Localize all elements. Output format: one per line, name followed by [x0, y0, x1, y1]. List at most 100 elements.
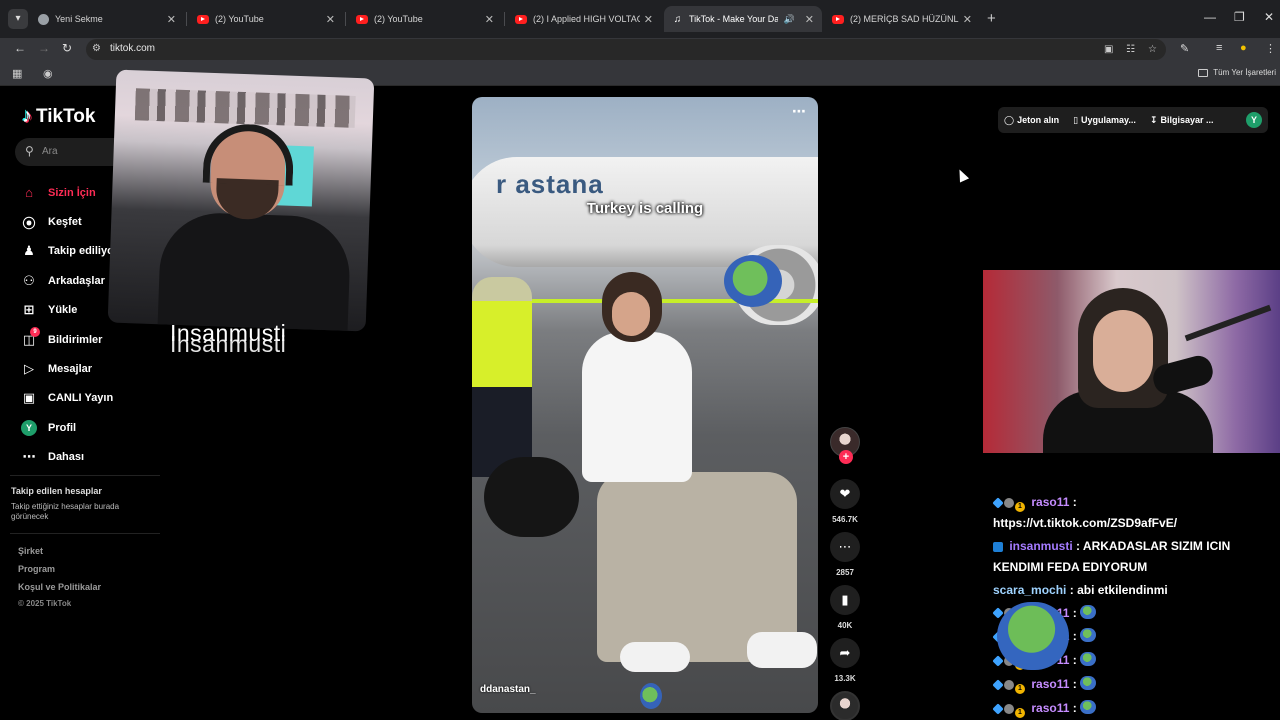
pepe-emote-overlay-large [997, 602, 1069, 670]
close-icon[interactable]: ✕ [805, 13, 814, 26]
follow-plus-icon[interactable]: + [839, 450, 853, 464]
all-bookmarks[interactable]: Tüm Yer İşaretleri [1198, 68, 1276, 77]
tab-new-tab[interactable]: Yeni Sekme ✕ [30, 6, 184, 32]
close-icon[interactable]: ✕ [326, 13, 335, 26]
followed-accounts-title: Takip edilen hesaplar [11, 486, 102, 496]
new-tab-button[interactable]: + [987, 10, 996, 27]
friends-icon: ⚇ [23, 272, 35, 288]
tab-search-icon[interactable]: ▾ [8, 9, 28, 29]
chat-username[interactable]: raso11 [1031, 701, 1069, 715]
share-icon: ➦ [839, 645, 851, 660]
youtube-icon [832, 14, 844, 24]
chat-username[interactable]: raso11 [1031, 677, 1069, 691]
globe-icon[interactable]: ◉ [43, 67, 53, 80]
pepe-emote-overlay [724, 255, 782, 307]
youtube-icon [356, 14, 368, 24]
bookmark-star-icon[interactable]: ☆ [1148, 44, 1157, 55]
chat-link[interactable]: https://vt.tiktok.com/ZSD9afFvE/ [993, 513, 1278, 533]
comment-button[interactable]: ⋯ [830, 532, 860, 562]
chat-username[interactable]: insanmusti [1009, 539, 1072, 553]
tiktok-logo[interactable]: ♪ TikTok [22, 105, 95, 128]
sidebar-item-friends[interactable]: ⚇ Arkadaşlar [20, 266, 118, 295]
folder-icon [1198, 68, 1209, 77]
sidebar-item-profile[interactable]: Y Profil [20, 413, 118, 442]
tab-youtube-2[interactable]: (2) YouTube ✕ [348, 6, 502, 32]
video-caption: Turkey is calling [586, 200, 704, 217]
footer-link-program[interactable]: Program [18, 564, 55, 574]
site-info-icon[interactable]: ⚙ [92, 43, 101, 54]
sidebar-item-messages[interactable]: ▷ Mesajlar [20, 354, 118, 383]
install-app-icon[interactable]: ▣ [1104, 44, 1113, 55]
close-icon[interactable]: ✕ [485, 13, 494, 26]
menu-icon[interactable]: ⋮ [1265, 42, 1276, 55]
streamer-webcam-overlay [107, 69, 375, 332]
header-profile-avatar[interactable]: Y [1246, 112, 1262, 128]
back-button[interactable]: ← [14, 41, 26, 55]
url-text[interactable]: tiktok.com [110, 43, 155, 54]
desktop-app-button[interactable]: ↧ Bilgisayar ... [1150, 115, 1214, 126]
browser-toolbar: ← → ↻ ⚙ tiktok.com ▣ ☷ ☆ ✎ ≡ ● ⋮ [0, 38, 1280, 62]
music-disc[interactable] [830, 691, 860, 720]
footer-link-company[interactable]: Şirket [18, 546, 43, 556]
sidebar-item-following[interactable]: ♟ Takip ediliyor [20, 237, 118, 266]
pepe-emote [1080, 652, 1097, 667]
sidebar-item-upload[interactable]: ⊞ Yükle [20, 296, 118, 325]
sidebar-item-explore[interactable]: ⦿ Keşfet [20, 207, 118, 236]
profile-extension-icon[interactable]: ● [1240, 42, 1247, 54]
pepe-emote [1080, 676, 1097, 691]
media-control-icon[interactable]: ≡ [1216, 42, 1222, 54]
share-button[interactable]: ➦ [830, 638, 860, 668]
creator-avatar[interactable]: + [830, 427, 860, 464]
close-icon[interactable]: ✕ [644, 13, 653, 26]
tiktok-logo-icon: ♪ [22, 105, 32, 127]
close-icon[interactable]: ✕ [963, 13, 972, 26]
comment-count: 2857 [836, 568, 854, 577]
close-window-button[interactable]: ✕ [1264, 10, 1274, 24]
forward-button[interactable]: → [38, 41, 50, 55]
extensions-icon[interactable]: ✎ [1180, 42, 1189, 55]
tab-tiktok[interactable]: ♫ TikTok - Make Your Day 🔊 ✕ [664, 6, 822, 32]
mouse-cursor [954, 167, 970, 183]
footer-link-terms[interactable]: Koşul ve Politikalar [18, 582, 101, 592]
chat-text: abi etkilendinmi [1077, 582, 1168, 597]
sidebar-item-live[interactable]: ▣ CANLI Yayın [20, 384, 118, 413]
tiktok-icon: ♫ [673, 13, 682, 25]
tab-youtube-4[interactable]: (2) MERİÇB SAD HÜZÜNLÜ EDİ ✕ [824, 6, 980, 32]
like-button[interactable]: ❤ [830, 479, 860, 509]
tab-youtube-1[interactable]: (2) YouTube ✕ [189, 6, 343, 32]
get-app-button[interactable]: ▯ Uygulamay... [1073, 115, 1136, 126]
tab-youtube-3[interactable]: (2) I Applied HIGH VOLTAGE to ✕ [507, 6, 661, 32]
close-icon[interactable]: ✕ [167, 13, 176, 26]
address-bar[interactable]: ⚙ tiktok.com ▣ ☷ ☆ [86, 39, 1166, 60]
video-player[interactable]: r astana Turkey is calling ⋯ ddanastan_ [472, 97, 818, 713]
profile-avatar: Y [21, 420, 37, 437]
notification-badge: 9 [30, 326, 40, 337]
bookmark-icon: ▮ [841, 592, 849, 607]
maximize-button[interactable]: ❐ [1234, 10, 1245, 24]
messages-icon: ▷ [24, 361, 34, 377]
save-count: 40K [837, 621, 853, 630]
sidebar-divider [10, 533, 160, 534]
pepe-emote [1080, 604, 1097, 619]
download-icon: ↧ [1149, 114, 1158, 125]
chat-username[interactable]: raso11 [1031, 495, 1069, 509]
followed-accounts-hint: Takip ettiğiniz hesaplar burada görünece… [11, 502, 120, 521]
minimize-button[interactable]: — [1204, 10, 1216, 24]
video-author[interactable]: ddanastan_ [480, 684, 536, 695]
following-icon: ♟ [23, 243, 35, 259]
sidebar-item-for-you[interactable]: ⌂ Sizin İçin [20, 178, 118, 207]
translate-icon[interactable]: ☷ [1126, 44, 1135, 55]
get-coins-button[interactable]: ◯ Jeton alın [1004, 115, 1059, 126]
speaker-icon[interactable]: 🔊 [784, 14, 795, 25]
sidebar-item-more[interactable]: ⋯ Dahası [20, 443, 118, 472]
reload-button[interactable]: ↻ [62, 41, 72, 55]
save-button[interactable]: ▮ [830, 585, 860, 615]
sidebar-item-notifications[interactable]: ◫ 9 Bildirimler [20, 325, 118, 354]
sidebar-divider [10, 475, 160, 476]
video-more-icon[interactable]: ⋯ [792, 103, 806, 120]
airplane-livery-text: r astana [496, 169, 604, 199]
chat-message: 1 raso11 : https://vt.tiktok.com/ZSD9afF… [992, 492, 1278, 533]
apps-grid-icon[interactable]: ▦ [12, 67, 22, 80]
more-icon: ⋯ [22, 449, 36, 465]
chat-username[interactable]: scara_mochi [993, 583, 1066, 597]
